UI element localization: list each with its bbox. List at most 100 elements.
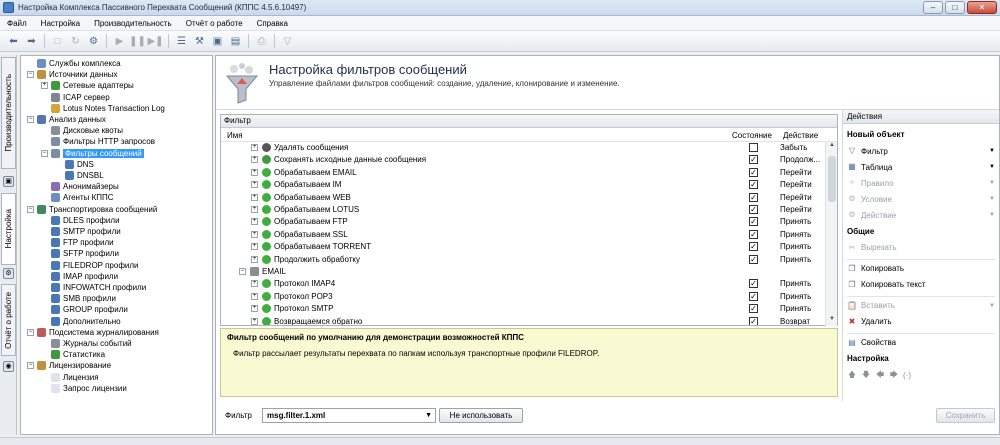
tree-item[interactable]: Дисковые квоты bbox=[41, 125, 123, 136]
monitor-icon[interactable]: ▣ bbox=[3, 176, 14, 187]
chevron-down-icon[interactable]: ▼ bbox=[425, 409, 432, 422]
filter-row[interactable]: + Возвращаемся обратно ✓ Возврат bbox=[221, 316, 821, 325]
expand-toggle-icon[interactable]: − bbox=[27, 116, 34, 123]
arrow-down-icon[interactable]: 🡇 bbox=[861, 370, 871, 380]
tree-item[interactable]: − Фильтры сообщений bbox=[41, 148, 144, 159]
expand-toggle-icon[interactable]: − bbox=[27, 71, 34, 79]
column-state[interactable]: Состояние bbox=[732, 131, 772, 140]
arrow-right-icon[interactable]: 🡆 bbox=[889, 370, 899, 380]
column-name[interactable]: Имя bbox=[227, 131, 243, 140]
tree-item[interactable]: Службы комплекса bbox=[27, 58, 121, 69]
tree-item[interactable]: + Сетевые адаптеры bbox=[41, 80, 134, 91]
expand-toggle-icon[interactable] bbox=[41, 217, 48, 224]
state-checkbox[interactable]: ✓ bbox=[749, 304, 758, 314]
expand-toggle-icon[interactable]: + bbox=[251, 230, 258, 238]
tree-item[interactable]: FTP профили bbox=[41, 237, 114, 248]
tree-item[interactable]: DNS bbox=[55, 159, 94, 170]
state-checkbox[interactable]: ✓ bbox=[749, 279, 758, 289]
expand-toggle-icon[interactable] bbox=[41, 228, 48, 235]
state-checkbox[interactable]: ✓ bbox=[749, 229, 758, 239]
scroll-down-icon[interactable]: ▼ bbox=[826, 316, 838, 326]
filter-row[interactable]: + Протокол SMTP ✓ Принять bbox=[221, 303, 821, 315]
filter-row[interactable]: + Обрабатываем TORRENT ✓ Принять bbox=[221, 241, 821, 253]
tab-settings[interactable]: Настройка bbox=[1, 193, 16, 265]
close-button[interactable]: ✕ bbox=[967, 1, 997, 14]
action-item[interactable]: ⚙ Условие ▼ bbox=[847, 193, 997, 206]
restart-icon[interactable]: ↻ bbox=[68, 34, 83, 49]
tree-item[interactable]: − Транспортировка сообщений bbox=[27, 204, 157, 215]
expand-toggle-icon[interactable] bbox=[41, 340, 48, 347]
expand-toggle-icon[interactable]: − bbox=[239, 268, 246, 275]
expand-toggle-icon[interactable]: − bbox=[41, 149, 48, 157]
grid-scrollbar[interactable]: ▲ ▼ bbox=[825, 142, 837, 326]
expand-toggle-icon[interactable] bbox=[41, 318, 48, 325]
back-icon[interactable]: ⬅ bbox=[6, 34, 21, 49]
expand-toggle-icon[interactable] bbox=[55, 172, 62, 179]
filter-row[interactable]: + Обрабатываем EMAIL ✓ Перейти bbox=[221, 167, 821, 179]
chevron-down-icon[interactable]: ▼ bbox=[989, 148, 995, 154]
action-item[interactable]: ▤ Свойства bbox=[847, 336, 997, 349]
chevron-down-icon[interactable]: ▼ bbox=[989, 164, 995, 170]
expand-toggle-icon[interactable] bbox=[55, 161, 62, 168]
state-checkbox[interactable]: ✓ bbox=[749, 291, 758, 301]
expand-toggle-icon[interactable] bbox=[41, 374, 48, 381]
expand-toggle-icon[interactable]: − bbox=[27, 362, 34, 370]
list-icon[interactable]: ☰ bbox=[174, 34, 189, 49]
expand-toggle-icon[interactable] bbox=[41, 127, 48, 134]
tree-item[interactable]: Фильтры HTTP запросов bbox=[41, 136, 155, 147]
minimize-button[interactable]: – bbox=[923, 1, 943, 14]
tree-item[interactable]: Лицензия bbox=[41, 372, 99, 383]
action-item[interactable]: ▽ Фильтр ▼ bbox=[847, 145, 997, 158]
tree-item[interactable]: Статистика bbox=[41, 349, 105, 360]
filter-row[interactable]: + Обрабатываем IM ✓ Перейти bbox=[221, 179, 821, 191]
tree-item[interactable]: Дополнительно bbox=[41, 316, 121, 327]
tree-item[interactable]: SMTP профили bbox=[41, 226, 121, 237]
state-checkbox[interactable]: ✓ bbox=[749, 316, 758, 325]
menu-file[interactable]: Файл bbox=[0, 19, 34, 28]
filter-row[interactable]: + Продолжить обработку ✓ Принять bbox=[221, 254, 821, 266]
tree-item[interactable]: FILEDROP профили bbox=[41, 260, 139, 271]
arrow-up-icon[interactable]: 🡅 bbox=[847, 370, 857, 380]
expand-toggle-icon[interactable] bbox=[41, 105, 48, 112]
filter-row[interactable]: − EMAIL bbox=[221, 266, 821, 278]
expand-toggle-icon[interactable]: + bbox=[251, 317, 258, 325]
gear-icon[interactable]: ⚙ bbox=[3, 268, 14, 279]
tree-item[interactable]: − Анализ данных bbox=[27, 114, 106, 125]
expand-toggle-icon[interactable]: + bbox=[251, 243, 258, 251]
export-icon[interactable]: ▤ bbox=[228, 34, 243, 49]
report-icon[interactable]: ◉ bbox=[3, 361, 14, 372]
tree-item[interactable]: Анонимайзеры bbox=[41, 181, 119, 192]
expand-toggle-icon[interactable]: − bbox=[27, 205, 34, 213]
not-used-button[interactable]: Не использовать bbox=[439, 408, 523, 423]
filter-row[interactable]: + Сохранять исходные данные сообщения ✓ Про… bbox=[221, 154, 821, 166]
expand-toggle-icon[interactable] bbox=[41, 295, 48, 302]
state-checkbox[interactable]: ✓ bbox=[749, 242, 758, 252]
tree-item[interactable]: − Подсистема журналирования bbox=[27, 327, 159, 338]
tree-item[interactable]: IMAP профили bbox=[41, 271, 118, 282]
scroll-up-icon[interactable]: ▲ bbox=[826, 142, 838, 152]
expand-toggle-icon[interactable] bbox=[41, 250, 48, 257]
chevron-down-icon[interactable]: ▼ bbox=[989, 303, 995, 309]
state-checkbox[interactable]: ✓ bbox=[749, 217, 758, 227]
tab-report[interactable]: Отчёт о работе bbox=[1, 284, 16, 356]
tree-item[interactable]: INFOWATCH профили bbox=[41, 282, 146, 293]
tree-item[interactable]: GROUP профили bbox=[41, 304, 128, 315]
menu-settings[interactable]: Настройка bbox=[34, 19, 87, 28]
menu-help[interactable]: Справка bbox=[250, 19, 295, 28]
forward-icon[interactable]: ➡ bbox=[24, 34, 39, 49]
expand-toggle-icon[interactable]: + bbox=[251, 206, 258, 213]
filter-row[interactable]: + Обрабатываем FTP ✓ Принять bbox=[221, 216, 821, 228]
filter-row[interactable]: + Обрабатываем LOTUS ✓ Перейти bbox=[221, 204, 821, 216]
state-checkbox[interactable]: ✓ bbox=[749, 180, 758, 190]
tree-item[interactable]: − Лицензирование bbox=[27, 360, 111, 371]
menu-performance[interactable]: Производительность bbox=[87, 19, 179, 28]
action-item[interactable]: ✂ Вырезать bbox=[847, 241, 997, 254]
column-action[interactable]: Действие bbox=[783, 131, 818, 140]
tree-item[interactable]: SFTP профили bbox=[41, 248, 119, 259]
expand-toggle-icon[interactable]: + bbox=[251, 305, 258, 313]
state-checkbox[interactable] bbox=[749, 143, 758, 152]
expand-toggle-icon[interactable]: + bbox=[251, 156, 258, 164]
expand-toggle-icon[interactable]: + bbox=[251, 218, 258, 226]
filter-icon[interactable]: ▽ bbox=[280, 34, 295, 49]
expand-toggle-icon[interactable] bbox=[41, 194, 48, 201]
